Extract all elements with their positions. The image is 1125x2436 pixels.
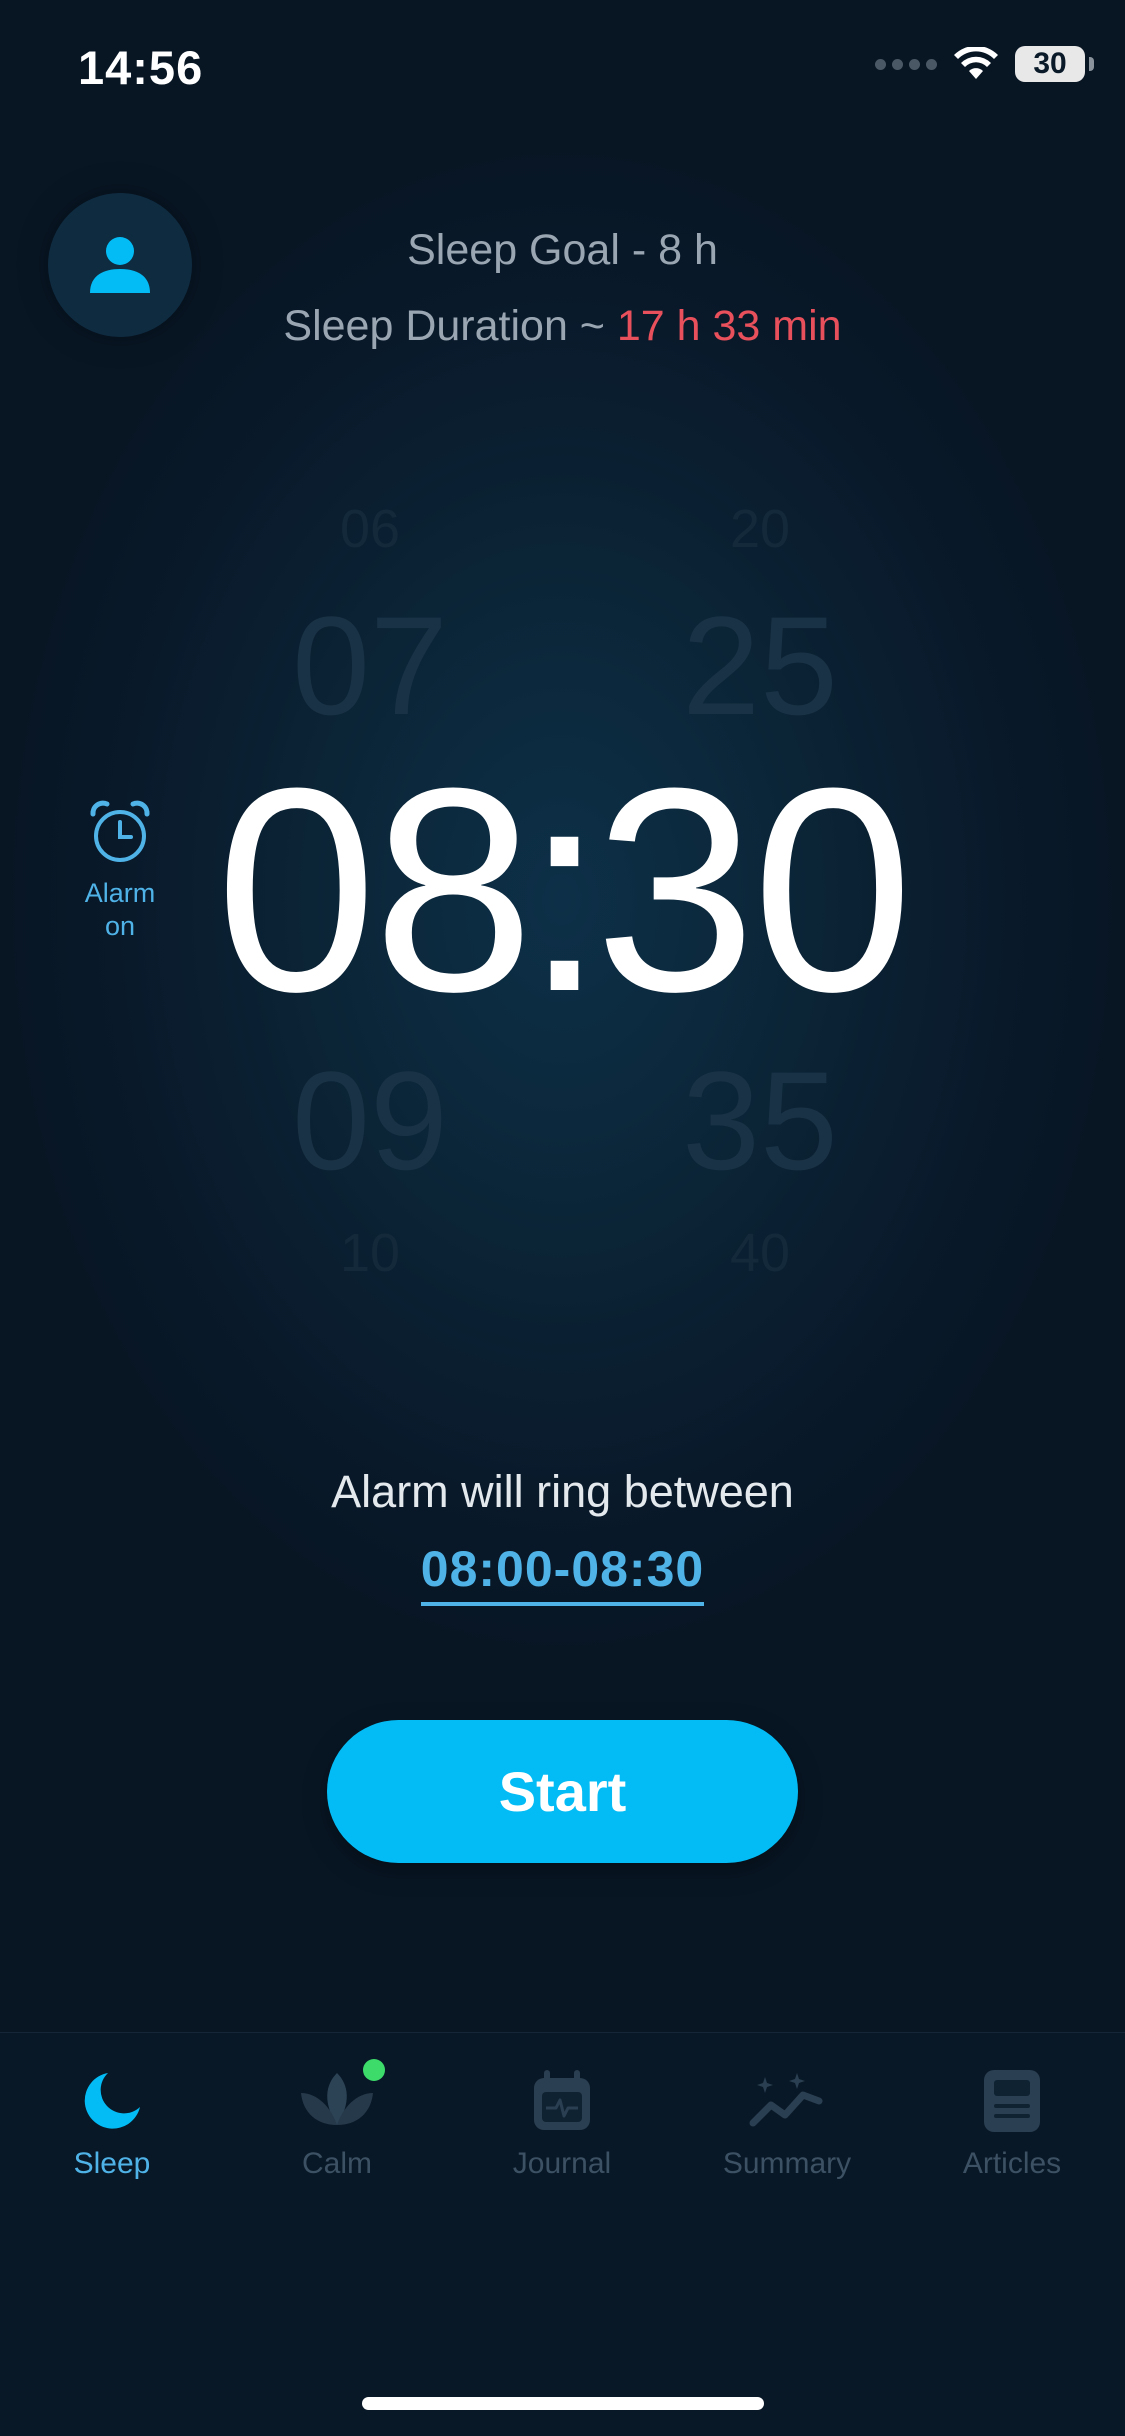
alarm-toggle[interactable]: Alarm on xyxy=(70,800,170,943)
calm-new-badge xyxy=(363,2059,385,2081)
time-colon: : xyxy=(524,728,605,1052)
sleep-screen: 14:56 30 Sleep Goal - 8 h Sleep Duration… xyxy=(0,0,1125,2436)
minute-option-far-below[interactable]: 40 xyxy=(610,1222,910,1284)
tab-bar: Sleep Calm Journal Summary Articles xyxy=(0,2032,1125,2436)
alarm-clock-icon xyxy=(90,800,150,862)
minute-option-above[interactable]: 25 xyxy=(610,585,910,747)
minute-option-far-above[interactable]: 20 xyxy=(610,498,910,560)
article-icon xyxy=(984,2070,1040,2132)
alarm-window-range-link[interactable]: 08:00-08:30 xyxy=(420,1540,705,1606)
hour-selected[interactable]: 08 xyxy=(216,728,535,1052)
minute-option-below[interactable]: 35 xyxy=(610,1040,910,1202)
home-indicator[interactable] xyxy=(362,2397,764,2410)
calendar-icon xyxy=(534,2070,590,2130)
hour-option-far-above[interactable]: 06 xyxy=(220,498,520,560)
alarm-label-line1: Alarm xyxy=(84,878,156,908)
sleep-duration: Sleep Duration ~ 17 h 33 min xyxy=(0,302,1125,351)
tab-label-journal: Journal xyxy=(512,2147,612,2180)
tab-label-sleep: Sleep xyxy=(73,2147,151,2180)
cellular-signal-icon xyxy=(875,58,937,70)
tab-label-summary: Summary xyxy=(722,2147,852,2180)
status-icons: 30 xyxy=(875,46,1094,82)
chart-icon xyxy=(749,2073,823,2127)
battery-icon: 30 xyxy=(1015,46,1094,82)
hour-option-below[interactable]: 09 xyxy=(220,1040,520,1202)
alarm-window: 08:00-08:30 xyxy=(0,1540,1125,1606)
status-time: 14:56 xyxy=(78,41,204,94)
sleep-duration-label: Sleep Duration ~ xyxy=(283,302,617,350)
tab-journal[interactable]: Journal xyxy=(462,2061,662,2181)
alarm-label: Alarm on xyxy=(70,877,170,943)
battery-level: 30 xyxy=(1033,47,1067,80)
tab-articles[interactable]: Articles xyxy=(912,2061,1112,2181)
moon-icon xyxy=(84,2073,140,2129)
alarm-window-label: Alarm will ring between xyxy=(331,1466,794,1517)
tab-summary[interactable]: Summary xyxy=(687,2061,887,2181)
tab-label-articles: Articles xyxy=(962,2147,1062,2180)
start-button[interactable]: Start xyxy=(327,1720,798,1863)
tab-calm[interactable]: Calm xyxy=(237,2059,437,2181)
sleep-goal[interactable]: Sleep Goal - 8 h xyxy=(0,226,1125,275)
hour-option-far-below[interactable]: 10 xyxy=(220,1222,520,1284)
wifi-icon xyxy=(953,47,999,81)
tab-label-calm: Calm xyxy=(301,2147,372,2180)
alarm-label-line2: on xyxy=(104,911,136,941)
tab-sleep[interactable]: Sleep xyxy=(12,2061,212,2181)
minute-selected[interactable]: 30 xyxy=(595,728,914,1052)
sleep-duration-value: 17 h 33 min xyxy=(616,302,842,350)
hour-option-above[interactable]: 07 xyxy=(220,585,520,747)
